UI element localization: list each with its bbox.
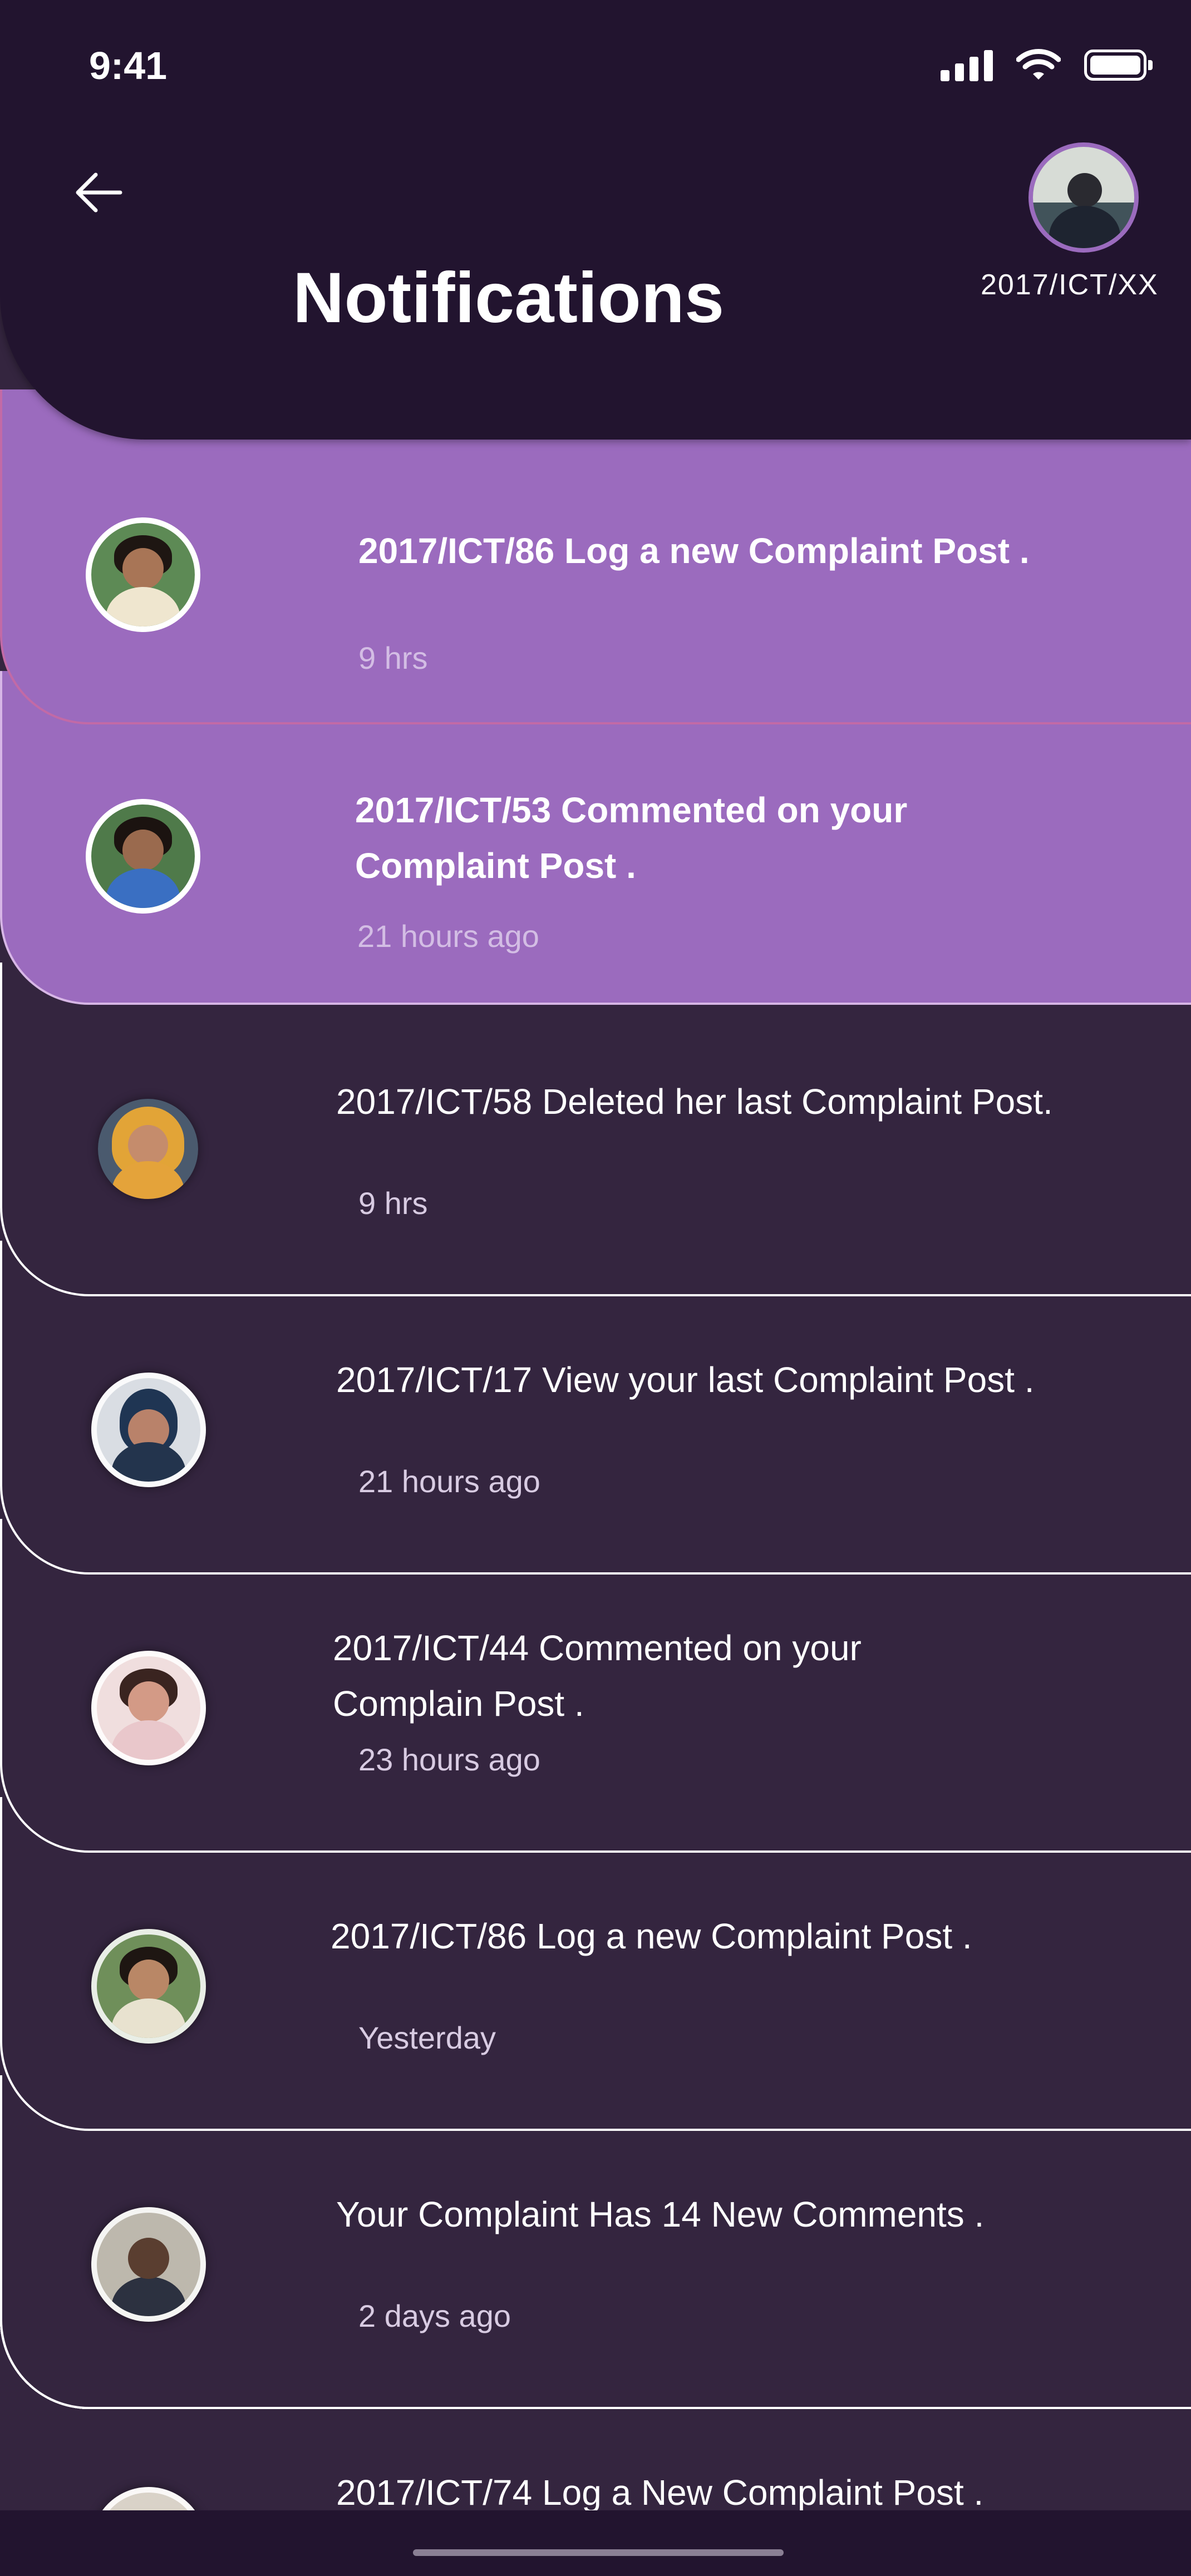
battery-icon xyxy=(1084,50,1153,81)
notification-time: Yesterday xyxy=(358,2020,496,2055)
signal-icon xyxy=(941,49,993,81)
notification-time: 9 hrs xyxy=(358,640,428,675)
notification-message: 2017/ICT/53 Commented on your Complaint … xyxy=(355,790,908,886)
notification-time: 9 hrs xyxy=(358,1186,428,1221)
arrow-left-icon[interactable] xyxy=(71,165,127,220)
notification-item-unread[interactable]: 2017/ICT/86 Log a new Complaint Post . 9… xyxy=(0,389,1191,724)
wifi-icon xyxy=(1016,49,1061,80)
status-time: 9:41 xyxy=(89,44,168,87)
notification-item[interactable]: 2017/ICT/58 Deleted her last Complaint P… xyxy=(0,963,1191,1296)
user-avatar xyxy=(91,1651,206,1765)
notification-message: 2017/ICT/86 Log a new Complaint Post . xyxy=(358,531,1030,571)
notification-message: 2017/ICT/17 View your last Complaint Pos… xyxy=(336,1360,1035,1400)
user-avatar xyxy=(86,799,200,914)
user-avatar xyxy=(91,1373,206,1487)
bottom-bar xyxy=(0,2510,1191,2576)
notifications-screen: 2017/ICT/74 Log a New Complaint Post . Y… xyxy=(0,0,1191,2576)
home-indicator[interactable] xyxy=(413,2549,784,2556)
notification-message: 2017/ICT/44 Commented on your Complain P… xyxy=(333,1628,862,1724)
user-avatar xyxy=(91,2207,206,2322)
page-title: Notifications xyxy=(293,258,725,338)
notification-message: Your Complaint Has 14 New Comments . xyxy=(336,2194,985,2234)
notification-time: 2 days ago xyxy=(358,2298,511,2333)
notification-message: 2017/ICT/58 Deleted her last Complaint P… xyxy=(336,1082,1053,1122)
app-header: 9:41 Notifications 2017/ICT/XX xyxy=(0,0,1191,440)
profile-id: 2017/ICT/XX xyxy=(981,269,1159,301)
user-avatar xyxy=(98,1099,198,1199)
notification-time: 23 hours ago xyxy=(358,1742,540,1777)
status-icons xyxy=(941,46,1153,85)
notification-time: 21 hours ago xyxy=(358,1464,540,1499)
notification-time: 21 hours ago xyxy=(357,919,539,954)
user-avatar xyxy=(91,1929,206,2044)
profile-avatar[interactable] xyxy=(1028,142,1139,253)
notification-message: 2017/ICT/86 Log a new Complaint Post . xyxy=(331,1916,972,1956)
user-avatar xyxy=(86,517,200,632)
